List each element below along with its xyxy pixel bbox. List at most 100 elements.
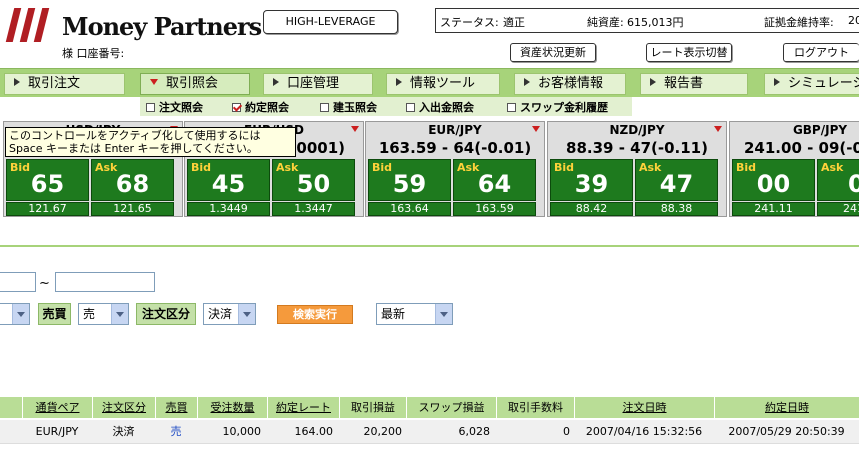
currency-pair: EUR/JPY (428, 123, 482, 137)
col-header-exec-time[interactable]: 約定日時 (714, 397, 859, 418)
date-from-input[interactable] (0, 272, 36, 292)
tab-account-management[interactable]: 口座管理 (263, 73, 373, 95)
logout-button[interactable]: ログアウト (783, 43, 859, 62)
tab-info-tools[interactable]: 情報ツール (386, 73, 500, 95)
rate-panel-gbpjpy: GBP/JPY 241.00 - 09(-0.0 Bid00 Ask0 241.… (729, 121, 859, 217)
page-root: Money Partners 様 口座番号: HIGH-LEVERAGE ステー… (0, 0, 859, 457)
checkbox-icon (507, 103, 516, 112)
rate-panel-nzdjpy: NZD/JPY 88.39 - 47(-0.11) Bid 39 Ask 47 88… (547, 121, 727, 217)
margin-rate-label: 証拠金維持率: (764, 16, 834, 29)
subtab-label: 建玉照会 (333, 101, 377, 114)
currency-pair: NZD/JPY (609, 123, 665, 137)
col-header-swap: スワップ損益 (406, 397, 496, 418)
tab-label: 口座管理 (287, 76, 340, 91)
range-separator: ~ (39, 276, 50, 291)
dropdown-arrow-icon[interactable] (351, 126, 359, 132)
tab-label: 取引注文 (28, 76, 81, 91)
date-to-input[interactable] (55, 272, 155, 292)
subtab-label: 注文照会 (159, 101, 203, 114)
ask-button[interactable]: Ask0 (817, 159, 859, 201)
cell-pnl: 20,200 (363, 425, 403, 438)
dropdown-arrow-icon[interactable] (714, 126, 722, 132)
ask-button[interactable]: Ask 47 (635, 159, 718, 201)
dropdown-arrow-icon[interactable] (532, 126, 540, 132)
arrow-right-icon (273, 78, 279, 86)
chevron-down-icon (12, 304, 29, 324)
ask-pips: 47 (659, 170, 694, 198)
tab-customer-info[interactable]: お客様情報 (514, 73, 626, 95)
col-header-pnl: 取引損益 (339, 397, 406, 418)
search-execute-button[interactable]: 検索実行 (277, 305, 353, 324)
col-header-pair[interactable]: 通貨ペア (22, 397, 92, 418)
bid-button[interactable]: Bid 65 (6, 159, 89, 201)
col-header-rate[interactable]: 約定レート (267, 397, 339, 418)
cell-pair: EUR/JPY (35, 425, 79, 438)
side-label: 売買 (38, 303, 71, 325)
arrow-right-icon (524, 78, 530, 86)
bid-pips: 45 (211, 170, 246, 198)
rate-quote: 241.00 - 09(-0.0 (744, 139, 859, 157)
ask-rate: 241 (817, 202, 859, 216)
order-type-select[interactable]: 決済 (203, 303, 256, 325)
ask-pips: 64 (477, 170, 512, 198)
subtab-label: スワップ金利履歴 (520, 101, 608, 114)
subtab-deposit-inquiry[interactable]: 入出金照会 (406, 99, 474, 115)
arrow-down-icon (150, 79, 158, 85)
bid-rate: 163.64 (368, 202, 451, 216)
activex-tooltip: このコントロールをアクティブ化して使用するには Space キーまたは Ente… (5, 127, 296, 157)
subtab-swap-history[interactable]: スワップ金利履歴 (507, 99, 608, 115)
account-info: 様 口座番号: (62, 45, 124, 61)
currency-pair: GBP/JPY (792, 123, 848, 137)
tab-label: シミュレーション (788, 76, 859, 91)
col-header-order-time[interactable]: 注文日時 (574, 397, 714, 418)
ask-button[interactable]: Ask 68 (91, 159, 174, 201)
header-spacer (0, 397, 22, 418)
net-assets-label: 純資産: (587, 16, 624, 29)
subtab-position-inquiry[interactable]: 建玉照会 (320, 99, 377, 115)
bid-button[interactable]: Bid 39 (550, 159, 633, 201)
tab-trade-inquiry[interactable]: 取引照会 (140, 73, 250, 95)
bid-pips: 00 (756, 170, 791, 198)
col-header-fee: 取引手数料 (496, 397, 574, 418)
col-header-quantity[interactable]: 受注数量 (197, 397, 267, 418)
ask-button[interactable]: Ask 50 (272, 159, 355, 201)
bid-rate: 1.3449 (187, 202, 270, 216)
bid-button[interactable]: Bid 45 (187, 159, 270, 201)
tab-trade-order[interactable]: 取引注文 (4, 73, 125, 95)
bid-rate: 88.42 (550, 202, 633, 216)
tab-reports[interactable]: 報告書 (640, 73, 748, 95)
rate-display-toggle-button[interactable]: レート表示切替 (646, 43, 732, 62)
net-assets-value: 615,013円 (627, 16, 684, 29)
arrow-right-icon (14, 78, 20, 86)
currency-select[interactable] (0, 303, 30, 325)
subtab-order-inquiry[interactable]: 注文照会 (146, 99, 203, 115)
checkbox-icon (406, 103, 415, 112)
checkbox-icon (146, 103, 155, 112)
rate-quote: 163.59 - 64(-0.01) (378, 139, 532, 157)
side-select[interactable]: 売 (78, 303, 129, 325)
ask-rate: 1.3447 (272, 202, 355, 216)
bid-rate: 121.67 (6, 202, 89, 216)
chevron-down-icon (111, 304, 128, 324)
results-table-header: 通貨ペア 注文区分 売買 受注数量 約定レート 取引損益 スワップ損益 取引手数… (0, 397, 859, 418)
brand-logo-icon (5, 8, 58, 42)
col-header-side[interactable]: 売買 (155, 397, 197, 418)
ask-button[interactable]: Ask 64 (453, 159, 536, 201)
col-header-order-type[interactable]: 注文区分 (92, 397, 155, 418)
cell-order-time: 2007/04/16 15:32:56 (585, 425, 703, 438)
cell-swap: 6,028 (458, 425, 491, 438)
tab-simulation[interactable]: シミュレーション (764, 73, 859, 95)
bid-pips: 65 (30, 170, 65, 198)
sort-select[interactable]: 最新 (376, 303, 453, 325)
refresh-assets-button[interactable]: 資産状況更新 (510, 43, 596, 62)
high-leverage-button[interactable]: HIGH-LEVERAGE (263, 10, 398, 34)
tab-label: お客様情報 (538, 76, 604, 91)
bid-button[interactable]: Bid 00 (732, 159, 815, 201)
table-row: EUR/JPY 決済 売 10,000 164.00 20,200 6,028 … (0, 420, 859, 444)
bid-rate: 241.11 (732, 202, 815, 216)
bid-button[interactable]: Bid 59 (368, 159, 451, 201)
ask-pips: 0 (818, 170, 859, 198)
rate-panel-eurjpy: EUR/JPY 163.59 - 64(-0.01) Bid 59 Ask 64 1… (365, 121, 545, 217)
subtab-execution-inquiry[interactable]: 約定照会 (232, 99, 289, 115)
ask-rate: 121.65 (91, 202, 174, 216)
